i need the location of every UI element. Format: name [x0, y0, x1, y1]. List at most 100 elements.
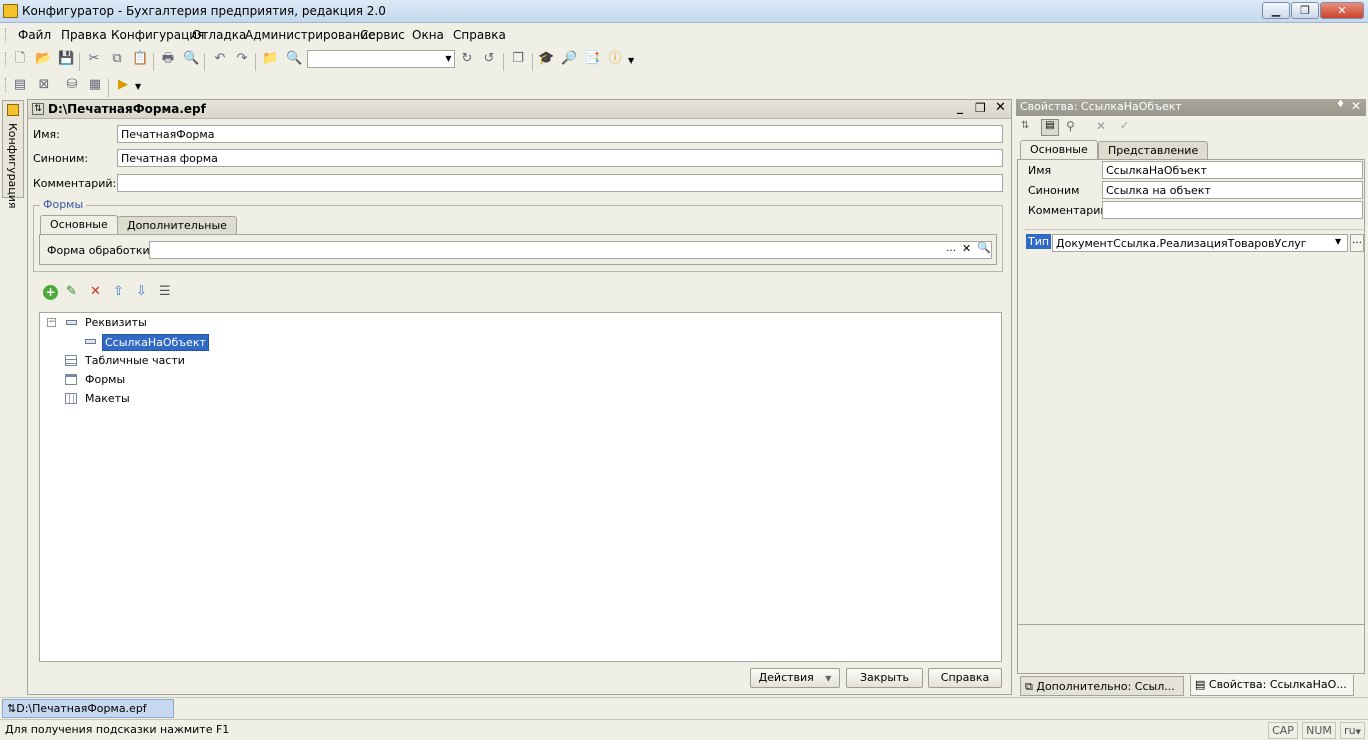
comment-field[interactable] [117, 174, 1003, 192]
find-in-files-icon[interactable]: 📁 [262, 51, 278, 67]
prop-comment-label: Комментарий [1028, 204, 1108, 217]
name-field[interactable]: ПечатнаяФорма [117, 125, 1003, 143]
categories-icon[interactable]: ▤ [1041, 119, 1059, 136]
menu-edit[interactable]: Правка [61, 28, 107, 42]
doc-restore-button[interactable]: ❐ [975, 101, 986, 115]
config-compare-icon[interactable]: ⊠ [36, 77, 52, 93]
info-icon[interactable]: ⓘ [607, 51, 623, 67]
menu-grip [5, 28, 8, 42]
filter-icon[interactable]: ⚲ [1066, 119, 1075, 133]
move-down-icon[interactable]: ⇩ [136, 284, 147, 299]
bottom-tab-properties[interactable]: ▤ Свойства: СсылкаНаО... [1190, 675, 1354, 696]
tree-item-link-to-object[interactable]: СсылкаНаОбъект [102, 334, 209, 351]
metadata-tree[interactable]: − Реквизиты СсылкаНаОбъект Табличные час… [39, 312, 1002, 662]
cap-indicator: CAP [1268, 722, 1298, 739]
language-label: ru [1344, 724, 1356, 737]
select-ellipsis-button[interactable]: … [946, 243, 956, 254]
combo-arrow-icon[interactable]: ▼ [443, 52, 454, 66]
menu-windows[interactable]: Окна [412, 28, 444, 42]
tab-main[interactable]: Основные [40, 215, 118, 235]
prop-comment-field[interactable] [1102, 201, 1363, 219]
print-icon[interactable]: 🖶 [160, 51, 176, 67]
prop-name-field[interactable]: СсылкаНаОбъект [1102, 161, 1363, 179]
delete-icon[interactable]: ✕ [90, 284, 101, 299]
find-next-icon[interactable]: ↻ [459, 51, 475, 67]
prop-synonym-field[interactable]: Ссылка на объект [1102, 181, 1363, 199]
open-icon[interactable]: 📂 [35, 51, 51, 67]
sort-icon[interactable]: ☰ [159, 284, 171, 299]
menu-help[interactable]: Справка [453, 28, 506, 42]
database-icon[interactable]: ⛁ [64, 77, 80, 93]
config-table-icon[interactable]: ▦ [87, 77, 103, 93]
properties-description [1017, 624, 1365, 674]
preview-icon[interactable]: 🔍 [183, 51, 199, 67]
maximize-button[interactable]: ❐ [1291, 2, 1319, 19]
bottom-tab-additional-label: Дополнительно: Ссыл... [1036, 680, 1175, 693]
toolbar-grip [5, 52, 8, 66]
run-debug-icon[interactable]: ▶ [115, 77, 131, 93]
window-title: Конфигуратор - Бухгалтерия предприятия, … [22, 4, 386, 18]
tab-additional[interactable]: Дополнительные [117, 216, 237, 235]
prop-type-field[interactable]: ДокументСсылка.РеализацияТоваровУслуг [1052, 234, 1348, 252]
synonym-field[interactable]: Печатная форма [117, 149, 1003, 167]
minimize-button[interactable]: ▁ [1262, 2, 1290, 19]
menu-file[interactable]: Файл [18, 28, 51, 42]
edit-icon[interactable]: ✎ [66, 284, 77, 299]
toolbar-more-icon[interactable]: ▼ [628, 56, 634, 65]
tree-item-tabular-parts[interactable]: Табличные части [85, 354, 185, 367]
redo-icon[interactable]: ↷ [234, 51, 250, 67]
document-title-bar: ⇅ D:\ПечатнаяФорма.epf _ ❐ ✕ [28, 100, 1011, 119]
actions-button[interactable]: Действия ▼ [750, 668, 840, 688]
save-icon[interactable]: 💾 [58, 51, 74, 67]
props-tab-main[interactable]: Основные [1020, 140, 1098, 160]
move-up-icon[interactable]: ⇧ [113, 284, 124, 299]
syntax-helper-icon[interactable]: 🔎 [561, 51, 577, 67]
properties-close-button[interactable]: ✕ [1351, 99, 1361, 113]
tree-item-forms[interactable]: Формы [85, 373, 125, 386]
standard-toolbar: 🗋 📂 💾 ✂ ⧉ 📋 🖶 🔍 ↶ ↷ 📁 🔍 ▼ ↻ ↺ ❐ 🎓 🔎 📑 ⓘ … [0, 48, 1368, 71]
search-combo[interactable] [307, 50, 455, 68]
window-icon[interactable]: ❐ [510, 51, 526, 67]
search-icon[interactable]: 🔍 [286, 51, 302, 67]
menu-administration[interactable]: Администрирование [245, 28, 375, 42]
wizard-icon[interactable]: 🎓 [538, 51, 554, 67]
new-icon[interactable]: 🗋 [12, 51, 28, 67]
pin-icon[interactable]: ♦ [1336, 99, 1345, 110]
attribute-icon [85, 339, 96, 344]
run-more-icon[interactable]: ▼ [135, 82, 141, 91]
find-prev-icon[interactable]: ↺ [481, 51, 497, 67]
add-icon[interactable]: + [43, 285, 58, 300]
reference-icon[interactable]: 📑 [584, 51, 600, 67]
menu-service[interactable]: Сервис [360, 28, 405, 42]
sort-az-icon[interactable]: ⇅ [1021, 120, 1029, 131]
configuration-side-tab[interactable]: Конфигурация [2, 100, 24, 209]
type-dropdown-icon[interactable]: ▼ [1335, 237, 1341, 246]
processing-form-field[interactable] [149, 241, 992, 259]
clear-icon[interactable]: ✕ [962, 242, 971, 255]
tree-item-templates[interactable]: Макеты [85, 392, 130, 405]
taskbar-item[interactable]: ⇅D:\ПечатнаяФорма.epf [2, 699, 174, 718]
paste-icon[interactable]: 📋 [132, 51, 148, 67]
copy-icon[interactable]: ⧉ [109, 51, 125, 67]
cut-icon[interactable]: ✂ [86, 51, 102, 67]
undo-icon[interactable]: ↶ [212, 51, 228, 67]
config-open-icon[interactable]: ▤ [12, 77, 28, 93]
additional-icon: ⧉ [1025, 680, 1037, 693]
bottom-tab-additional[interactable]: ⧉ Дополнительно: Ссыл... [1020, 676, 1184, 696]
props-tab-presentation[interactable]: Представление [1098, 141, 1209, 160]
tree-item-attributes[interactable]: Реквизиты [85, 316, 147, 329]
open-form-icon[interactable]: 🔍 [977, 241, 991, 254]
close-button[interactable]: Закрыть [846, 668, 923, 688]
collapse-icon[interactable]: − [47, 318, 56, 327]
help-button[interactable]: Справка [928, 668, 1002, 688]
close-window-button[interactable]: ✕ [1320, 2, 1364, 19]
cancel-icon[interactable]: ✕ [1096, 119, 1106, 133]
menu-configuration[interactable]: Конфигурация [111, 28, 204, 42]
doc-minimize-button[interactable]: _ [957, 100, 963, 114]
language-indicator[interactable]: ru▼ [1340, 722, 1365, 739]
doc-close-button[interactable]: ✕ [995, 100, 1006, 115]
apply-icon[interactable]: ✓ [1120, 119, 1129, 132]
type-ellipsis-button[interactable]: … [1350, 234, 1364, 252]
properties-panel: Свойства: СсылкаНаОбъект ♦ ✕ ⇅ ▤ ⚲ ✕ ✓ О… [1016, 99, 1366, 697]
menu-debug[interactable]: Отладка [192, 28, 246, 42]
